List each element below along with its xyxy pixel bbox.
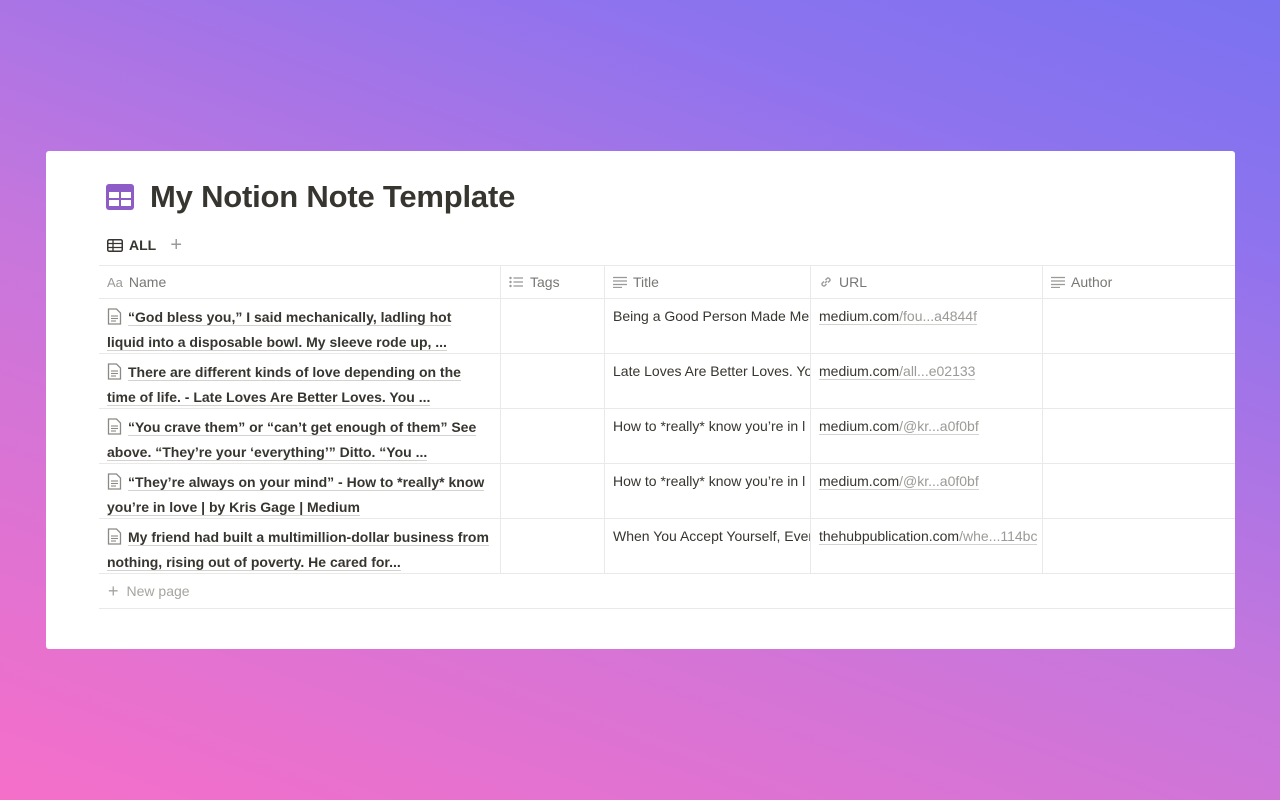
column-header-label: Name <box>128 274 167 290</box>
row-name[interactable]: “You crave them” or “can’t get enough of… <box>107 419 477 461</box>
url-path: /fou...a4844f <box>899 308 977 324</box>
table-row[interactable]: My friend had built a multimillion-dolla… <box>99 519 1235 574</box>
column-header-name[interactable]: Aa Name <box>99 266 501 298</box>
new-page-label: New page <box>126 583 190 599</box>
url-domain: medium.com <box>819 363 900 379</box>
column-header-label: URL <box>839 274 868 290</box>
page-title[interactable]: My Notion Note Template <box>150 179 515 215</box>
tags-cell[interactable] <box>501 519 605 573</box>
url-cell[interactable]: medium.com/@kr...a0f0bf <box>811 409 1043 463</box>
url-path: /whe...114bc <box>959 528 1038 544</box>
column-header-label: Title <box>633 274 659 290</box>
tags-cell[interactable] <box>501 299 605 353</box>
column-header-url[interactable]: URL <box>811 266 1043 298</box>
url-domain: medium.com <box>819 418 900 434</box>
author-cell[interactable] <box>1043 464 1235 518</box>
row-name[interactable]: “They’re always on your mind” - How to *… <box>107 474 485 516</box>
page-icon <box>107 363 122 386</box>
name-cell[interactable]: “You crave them” or “can’t get enough of… <box>99 409 501 463</box>
url-link[interactable]: medium.com/all...e02133 <box>819 363 976 380</box>
name-cell[interactable]: There are different kinds of love depend… <box>99 354 501 408</box>
plus-icon: + <box>108 581 119 601</box>
url-cell[interactable]: medium.com/@kr...a0f0bf <box>811 464 1043 518</box>
row-name[interactable]: There are different kinds of love depend… <box>107 364 461 406</box>
url-path: /@kr...a0f0bf <box>899 418 979 434</box>
tags-cell[interactable] <box>501 409 605 463</box>
notion-database-panel: My Notion Note Template ALL + Aa Name Ta… <box>46 151 1235 649</box>
url-cell[interactable]: medium.com/fou...a4844f <box>811 299 1043 353</box>
tags-cell[interactable] <box>501 354 605 408</box>
table-icon[interactable] <box>106 183 134 211</box>
url-domain: medium.com <box>819 308 900 324</box>
page-icon <box>107 308 122 331</box>
row-name[interactable]: My friend had built a multimillion-dolla… <box>107 529 489 571</box>
view-tab-label: ALL <box>129 237 157 253</box>
url-domain: medium.com <box>819 473 900 489</box>
table-row[interactable]: “You crave them” or “can’t get enough of… <box>99 409 1235 464</box>
column-header-label: Tags <box>530 274 560 290</box>
table-view-icon <box>107 238 123 252</box>
url-link[interactable]: medium.com/fou...a4844f <box>819 308 977 325</box>
author-cell[interactable] <box>1043 299 1235 353</box>
new-page-button[interactable]: + New page <box>99 574 1235 609</box>
row-name[interactable]: “God bless you,” I said mechanically, la… <box>107 309 452 351</box>
table-row[interactable]: “They’re always on your mind” - How to *… <box>99 464 1235 519</box>
page-icon <box>107 418 122 441</box>
page-icon <box>107 473 122 496</box>
table-row[interactable]: There are different kinds of love depend… <box>99 354 1235 409</box>
add-view-button[interactable]: + <box>168 235 184 255</box>
database-table: Aa Name Tags Title URL Author “God bless… <box>99 265 1235 609</box>
column-header-author[interactable]: Author <box>1043 266 1235 298</box>
column-header-tags[interactable]: Tags <box>501 266 605 298</box>
url-link[interactable]: medium.com/@kr...a0f0bf <box>819 473 979 490</box>
url-domain: thehubpublication.com <box>819 528 960 544</box>
title-cell[interactable]: How to *really* know you’re in l <box>605 409 811 463</box>
url-path: /@kr...a0f0bf <box>899 473 979 489</box>
column-header-label: Author <box>1071 274 1113 290</box>
url-path: /all...e02133 <box>899 363 976 379</box>
list-icon <box>509 276 524 288</box>
text-property-icon: Aa <box>107 274 123 290</box>
url-cell[interactable]: medium.com/all...e02133 <box>811 354 1043 408</box>
text-lines-icon <box>613 276 627 288</box>
table-row[interactable]: “God bless you,” I said mechanically, la… <box>99 299 1235 354</box>
author-cell[interactable] <box>1043 409 1235 463</box>
title-cell[interactable]: How to *really* know you’re in l <box>605 464 811 518</box>
title-cell[interactable]: Being a Good Person Made Me <box>605 299 811 353</box>
url-link[interactable]: medium.com/@kr...a0f0bf <box>819 418 979 435</box>
name-cell[interactable]: “They’re always on your mind” - How to *… <box>99 464 501 518</box>
url-cell[interactable]: thehubpublication.com/whe...114bc <box>811 519 1043 573</box>
name-cell[interactable]: My friend had built a multimillion-dolla… <box>99 519 501 573</box>
page-icon <box>107 528 122 551</box>
url-link[interactable]: thehubpublication.com/whe...114bc <box>819 528 1038 545</box>
column-header-title[interactable]: Title <box>605 266 811 298</box>
title-cell[interactable]: Late Loves Are Better Loves. You <box>605 354 811 408</box>
link-icon <box>819 275 833 289</box>
name-cell[interactable]: “God bless you,” I said mechanically, la… <box>99 299 501 353</box>
view-tabs: ALL + <box>107 235 184 255</box>
author-cell[interactable] <box>1043 354 1235 408</box>
view-tab-all[interactable]: ALL <box>107 235 156 255</box>
title-cell[interactable]: When You Accept Yourself, Ever <box>605 519 811 573</box>
text-lines-icon <box>1051 276 1065 288</box>
author-cell[interactable] <box>1043 519 1235 573</box>
page-header: My Notion Note Template <box>106 179 515 215</box>
table-header: Aa Name Tags Title URL Author <box>99 265 1235 299</box>
tags-cell[interactable] <box>501 464 605 518</box>
